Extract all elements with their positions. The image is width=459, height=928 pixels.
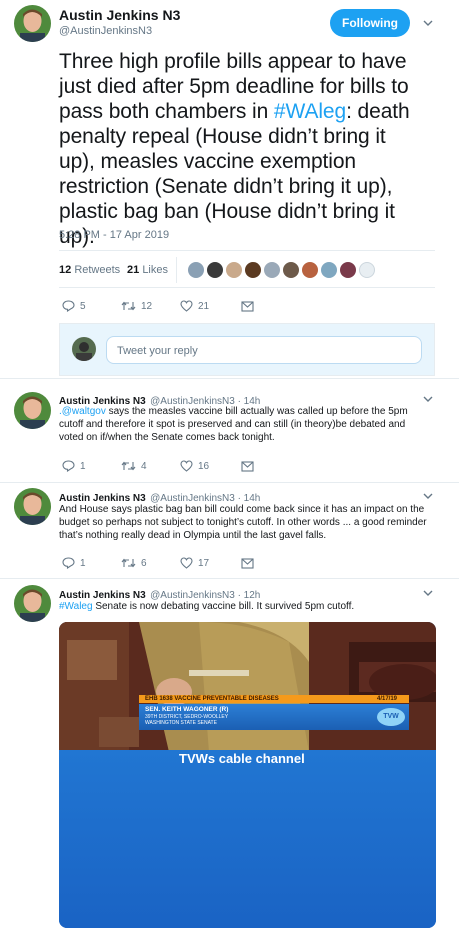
author-handle[interactable]: @AustinJenkinsN3	[59, 25, 152, 37]
liker-avatar[interactable]	[359, 262, 375, 278]
retweet-icon	[121, 301, 136, 311]
reply-count: 5	[80, 300, 86, 312]
liker-avatar[interactable]	[188, 262, 204, 278]
retweet-count: 12	[141, 300, 153, 312]
retweet-icon	[121, 461, 136, 471]
direct-message-icon[interactable]	[241, 558, 254, 569]
reply-text-part: says the measles vaccine bill actually w…	[59, 406, 408, 443]
liker-avatar[interactable]	[264, 262, 280, 278]
video-caption: TVWs cable channel	[179, 751, 305, 766]
divider	[0, 578, 459, 579]
author-name[interactable]: Austin Jenkins N3	[59, 7, 180, 23]
retweet-count: 4	[141, 460, 147, 472]
video-blue-area	[59, 750, 436, 928]
reply-icon	[62, 460, 75, 472]
direct-message-icon[interactable]	[241, 461, 254, 472]
likes-stat[interactable]: 21 Likes	[127, 264, 168, 276]
bill-bar-text: EHB 1638 VACCINE PREVENTABLE DISEASES	[145, 696, 279, 702]
liker-avatar[interactable]	[207, 262, 223, 278]
liker-avatar[interactable]	[340, 262, 356, 278]
reply-text: .@waltgov says the measles vaccine bill …	[59, 405, 429, 444]
reply-action[interactable]: 5	[62, 300, 86, 312]
liker-avatar[interactable]	[321, 262, 337, 278]
retweets-count: 12	[59, 264, 72, 276]
like-count: 17	[198, 557, 210, 569]
reply-text: #Waleg Senate is now debating vaccine bi…	[59, 600, 434, 613]
liker-avatars	[176, 257, 177, 283]
retweet-action[interactable]: 12	[121, 300, 152, 312]
heart-icon	[180, 460, 193, 472]
like-action[interactable]: 17	[180, 557, 209, 569]
chevron-down-icon[interactable]	[423, 491, 433, 501]
speaker-office: WASHINGTON STATE SENATE	[145, 720, 217, 726]
heart-icon	[180, 300, 193, 312]
user-avatar[interactable]	[72, 337, 96, 361]
tvw-logo: TVW	[377, 708, 405, 726]
liker-avatar[interactable]	[283, 262, 299, 278]
reply-author-avatar[interactable]	[14, 488, 51, 525]
hashtag-link[interactable]: #WAleg	[274, 100, 346, 123]
reply-text: And House says plastic bag ban bill coul…	[59, 504, 427, 541]
likes-label: Likes	[142, 264, 168, 276]
speaker-name: SEN. KEITH WAGONER (R)	[145, 706, 229, 713]
reply-icon	[62, 557, 75, 569]
author-avatar[interactable]	[14, 5, 51, 42]
reply-author-avatar[interactable]	[14, 585, 51, 622]
date-label: 4/17/19	[377, 696, 398, 702]
chevron-down-icon[interactable]	[423, 394, 433, 404]
liker-avatar[interactable]	[245, 262, 261, 278]
like-action[interactable]: 16	[180, 460, 209, 472]
direct-message-icon[interactable]	[241, 301, 254, 312]
retweet-count: 6	[141, 557, 147, 569]
divider	[59, 287, 435, 288]
liker-avatar[interactable]	[226, 262, 242, 278]
reply-action[interactable]: 1	[62, 557, 86, 569]
divider	[59, 250, 435, 251]
liker-avatar-row	[188, 262, 375, 278]
video-player[interactable]: EHB 1638 VACCINE PREVENTABLE DISEASES 4/…	[59, 622, 436, 928]
chevron-down-icon[interactable]	[423, 18, 433, 28]
liker-avatar[interactable]	[302, 262, 318, 278]
bill-bar: EHB 1638 VACCINE PREVENTABLE DISEASES	[139, 695, 409, 703]
retweet-icon	[121, 558, 136, 568]
mention-link[interactable]: .@waltgov	[59, 406, 106, 417]
tweet-timestamp[interactable]: 5:28 PM - 17 Apr 2019	[59, 229, 169, 241]
video-frame-image	[59, 622, 436, 752]
reply-text-part: Senate is now debating vaccine bill. It …	[92, 601, 355, 612]
retweet-action[interactable]: 4	[121, 460, 147, 472]
retweet-action[interactable]: 6	[121, 557, 147, 569]
reply-action[interactable]: 1	[62, 460, 86, 472]
like-action[interactable]: 21	[180, 300, 209, 312]
divider	[0, 482, 459, 483]
tweet-text: Three high profile bills appear to have …	[59, 49, 419, 249]
retweets-label: Retweets	[74, 264, 121, 276]
like-count: 21	[198, 300, 210, 312]
tvw-logo-text: TVW	[383, 713, 399, 720]
reply-count: 1	[80, 557, 86, 569]
reply-count: 1	[80, 460, 86, 472]
heart-icon	[180, 557, 193, 569]
following-button[interactable]: Following	[330, 9, 410, 37]
like-count: 16	[198, 460, 210, 472]
divider	[0, 378, 459, 379]
chevron-down-icon[interactable]	[423, 588, 433, 598]
likes-count: 21	[127, 264, 140, 276]
reply-icon	[62, 300, 75, 312]
retweets-stat[interactable]: 12 Retweets	[59, 264, 120, 276]
hashtag-link[interactable]: #Waleg	[59, 601, 93, 612]
speaker-panel: SEN. KEITH WAGONER (R) 39TH DISTRICT, SE…	[139, 704, 409, 730]
reply-author-avatar[interactable]	[14, 392, 51, 429]
reply-input[interactable]: Tweet your reply	[106, 336, 422, 364]
